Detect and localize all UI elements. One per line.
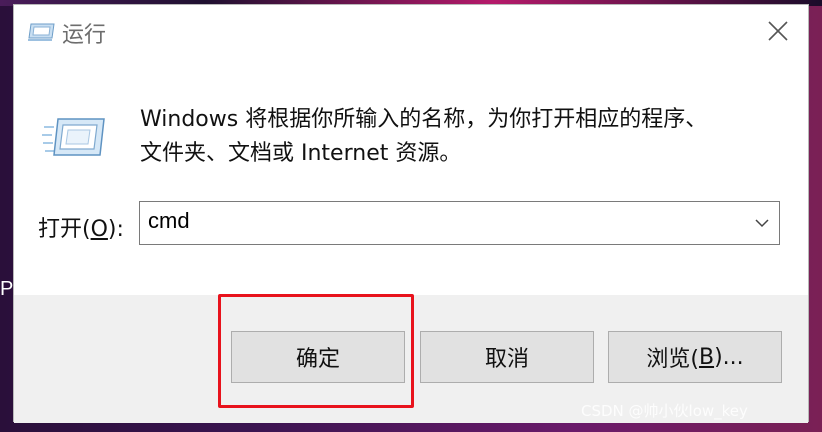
window-title: 运行 [62,23,107,48]
browse-label-suffix: )... [714,344,744,370]
ok-button[interactable]: 确定 [231,331,405,383]
run-dialog: 运行 Windows 将根据你所输入的名称，为你打开相应的程序、 文件夹、文档或… [13,4,809,423]
browse-label-prefix: 浏览( [646,347,699,372]
browse-button[interactable]: 浏览(B)... [608,331,782,383]
description-line-2: 文件夹、文档或 Internet 资源。 [140,141,462,166]
watermark-text: CSDN @帅小伙low_key [581,402,748,420]
description-line-1: Windows 将根据你所输入的名称，为你打开相应的程序、 [140,107,708,132]
open-label-accesskey: O [90,217,108,242]
browse-accesskey: B [698,344,715,370]
desktop-edge-text: P [0,278,14,300]
dropdown-button[interactable] [751,212,773,234]
open-label-prefix: 打开( [38,217,91,242]
open-label-suffix: ): [107,217,124,242]
run-program-icon [42,118,105,156]
open-label: 打开(O): [38,211,124,243]
title-bar[interactable]: 运行 [14,5,808,57]
close-icon [768,21,788,41]
cancel-button[interactable]: 取消 [420,331,594,383]
run-app-icon [28,23,55,41]
description-text: Windows 将根据你所输入的名称，为你打开相应的程序、 文件夹、文档或 In… [140,103,780,171]
close-button[interactable] [748,5,808,57]
open-combobox[interactable]: cmd [139,201,780,245]
chevron-down-icon [755,218,769,227]
open-input[interactable]: cmd [148,208,190,234]
